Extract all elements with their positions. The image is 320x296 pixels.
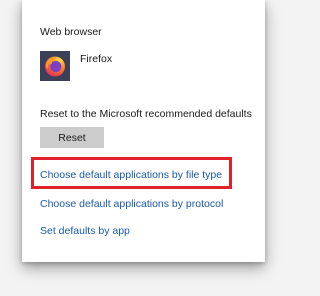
default-browser-name: Firefox bbox=[80, 53, 113, 65]
web-browser-heading: Web browser bbox=[40, 26, 102, 38]
set-defaults-by-app-link[interactable]: Set defaults by app bbox=[40, 225, 130, 237]
choose-defaults-by-file-type-link[interactable]: Choose default applications by file type bbox=[40, 169, 222, 181]
reset-button[interactable]: Reset bbox=[40, 127, 104, 148]
default-apps-panel: Web browser Firefox Reset to the Microso… bbox=[22, 0, 265, 262]
reset-description: Reset to the Microsoft recommended defau… bbox=[40, 108, 252, 120]
firefox-icon bbox=[40, 51, 70, 81]
web-browser-app-button[interactable]: Firefox bbox=[40, 51, 112, 81]
choose-defaults-by-protocol-link[interactable]: Choose default applications by protocol bbox=[40, 198, 223, 210]
